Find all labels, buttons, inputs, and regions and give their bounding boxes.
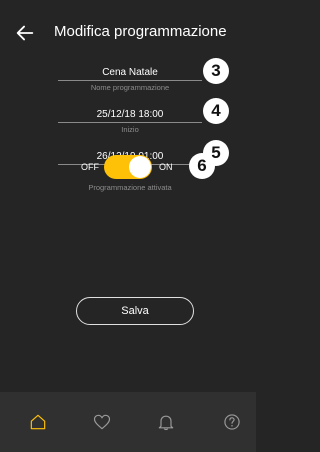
name-field[interactable]: Cena Natale Nome programmazione: [58, 65, 202, 95]
heart-icon[interactable]: [92, 412, 112, 432]
page-title: Modifica programmazione: [54, 23, 227, 40]
annotation-badge-3: 3: [203, 58, 229, 84]
help-icon[interactable]: [222, 412, 242, 432]
save-button[interactable]: Salva: [76, 297, 194, 325]
top-bar: Modifica programmazione: [0, 0, 256, 60]
home-icon[interactable]: [28, 412, 48, 432]
toggle-caption: Programmazione attivata: [88, 183, 172, 192]
name-underline: [58, 80, 202, 81]
arrow-left-icon[interactable]: [14, 22, 36, 44]
name-label: Nome programmazione: [90, 83, 170, 92]
annotation-badge-6: 6: [189, 153, 215, 179]
end-field-main[interactable]: 26/12/19 01:00 Fine: [58, 120, 202, 176]
toggle-knob: [129, 156, 151, 178]
bell-icon[interactable]: [156, 412, 176, 432]
annotation-badge-4: 4: [203, 98, 229, 124]
start-value: 25/12/18 18:00: [96, 109, 164, 120]
bottom-nav: [0, 392, 256, 452]
name-value: Cena Natale: [102, 67, 158, 78]
schedule-toggle[interactable]: [104, 155, 152, 179]
toggle-off-label: OFF: [81, 162, 99, 172]
toggle-on-label: ON: [159, 162, 173, 172]
